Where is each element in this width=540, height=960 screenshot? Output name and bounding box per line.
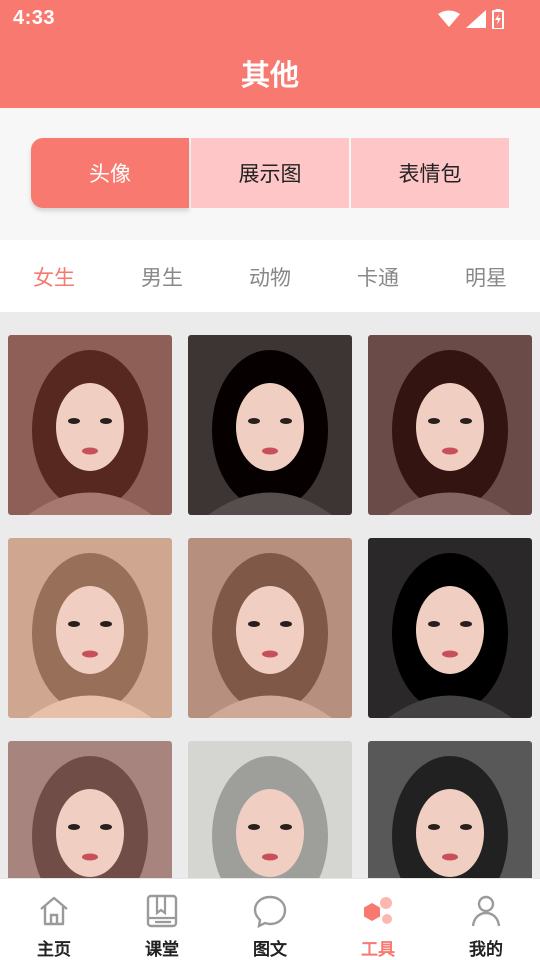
app-header: 其他 bbox=[0, 38, 540, 108]
nav-item-articles[interactable]: 图文 bbox=[216, 879, 324, 960]
segment-tab-label: 头像 bbox=[89, 162, 131, 186]
avatar-photo-2[interactable] bbox=[188, 335, 352, 515]
category-tabs: 女生 男生 动物 卡通 明星 bbox=[0, 240, 540, 312]
photo-image bbox=[8, 741, 172, 878]
photo-image bbox=[368, 538, 532, 718]
avatar-photo-9[interactable] bbox=[368, 741, 532, 878]
photo-image bbox=[188, 538, 352, 718]
avatar-photo-5[interactable] bbox=[188, 538, 352, 718]
nav-item-tools[interactable]: 工具 bbox=[324, 879, 432, 960]
nav-label: 图文 bbox=[253, 940, 287, 960]
nav-label: 主页 bbox=[37, 940, 71, 960]
category-tab-animals[interactable]: 动物 bbox=[216, 262, 324, 292]
status-icons bbox=[438, 8, 504, 30]
photo-image bbox=[8, 335, 172, 515]
avatar-photo-3[interactable] bbox=[368, 335, 532, 515]
user-icon bbox=[471, 895, 501, 927]
segment-tab-label: 展示图 bbox=[238, 162, 302, 186]
segment-tab-showcase[interactable]: 展示图 bbox=[191, 138, 349, 208]
home-icon bbox=[40, 896, 68, 926]
wifi-icon bbox=[438, 10, 460, 27]
avatar-photo-8[interactable] bbox=[188, 741, 352, 878]
segment-tabs-area: 头像 展示图 表情包 bbox=[0, 108, 540, 240]
photo-image bbox=[368, 335, 532, 515]
chat-bubble-icon bbox=[253, 895, 287, 929]
avatar-photo-4[interactable] bbox=[8, 538, 172, 718]
avatar-photo-1[interactable] bbox=[8, 335, 172, 515]
nav-label: 工具 bbox=[361, 940, 395, 960]
status-time: 4:33 bbox=[13, 7, 56, 29]
nav-item-home[interactable]: 主页 bbox=[0, 879, 108, 960]
segment-tab-avatar[interactable]: 头像 bbox=[31, 138, 189, 208]
nav-label: 我的 bbox=[469, 940, 503, 960]
photo-image bbox=[188, 741, 352, 878]
category-tab-girls[interactable]: 女生 bbox=[0, 262, 108, 292]
segment-tab-label: 表情包 bbox=[398, 162, 462, 186]
segment-tab-stickers[interactable]: 表情包 bbox=[351, 138, 509, 208]
category-tab-stars[interactable]: 明星 bbox=[432, 262, 540, 292]
nav-item-profile[interactable]: 我的 bbox=[432, 879, 540, 960]
avatar-photo-7[interactable] bbox=[8, 741, 172, 878]
tools-icon bbox=[364, 897, 392, 924]
photo-image bbox=[8, 538, 172, 718]
avatar-gallery bbox=[0, 312, 540, 878]
bottom-navigation: 主页 课堂 图文 工具 我的 bbox=[0, 878, 540, 960]
page-title: 其他 bbox=[240, 58, 299, 92]
nav-label: 课堂 bbox=[145, 940, 179, 960]
photo-image bbox=[188, 335, 352, 515]
category-tab-boys[interactable]: 男生 bbox=[108, 262, 216, 292]
nav-item-class[interactable]: 课堂 bbox=[108, 879, 216, 960]
battery-icon bbox=[492, 9, 504, 29]
category-tab-cartoon[interactable]: 卡通 bbox=[324, 262, 432, 292]
photo-image bbox=[368, 741, 532, 878]
book-icon bbox=[146, 894, 178, 928]
status-bar: 4:33 bbox=[0, 0, 540, 38]
avatar-photo-6[interactable] bbox=[368, 538, 532, 718]
signal-icon bbox=[466, 10, 486, 28]
